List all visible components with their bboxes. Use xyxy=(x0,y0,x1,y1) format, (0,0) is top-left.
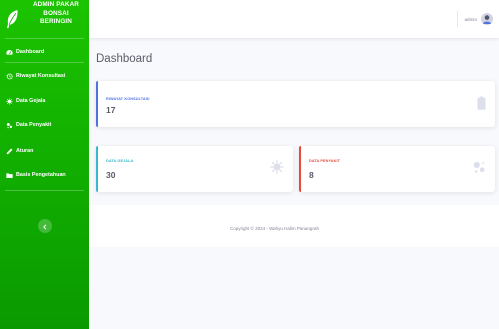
sidebar-item-label: Riwayat Konsultasi xyxy=(16,73,66,79)
virus-icon xyxy=(270,160,284,179)
brand-title: ADMIN PAKAR BONSAI BERINGIN xyxy=(26,1,86,27)
avatar xyxy=(481,13,493,25)
sidebar-item-label: Data Gejala xyxy=(16,98,46,104)
brand-line-1: ADMIN PAKAR xyxy=(32,1,80,8)
sidebar-item-basis-pengetahuan[interactable]: Basis Pengetahuan xyxy=(0,165,89,185)
bacteria-icon xyxy=(472,160,486,179)
sidebar-divider xyxy=(5,62,84,63)
card-accent xyxy=(96,146,98,192)
sidebar-divider xyxy=(5,190,84,191)
card-data-penyakit: DATA PENYAKIT 8 xyxy=(299,146,495,192)
pen-icon xyxy=(6,148,13,155)
footer-copyright: Copyright © 2024 - Wahyu Halim Panangrah xyxy=(230,226,319,231)
card-accent xyxy=(299,146,301,192)
sidebar-item-data-gejala[interactable]: Data Gejala xyxy=(0,91,89,111)
card-riwayat-konsultasi: RIWAYAT KONSULTASI 17 xyxy=(96,81,495,127)
card-label: RIWAYAT KONSULTASI xyxy=(106,97,150,101)
topbar: admin xyxy=(89,0,499,38)
user-name: admin xyxy=(464,16,477,22)
sidebar-item-dashboard[interactable]: Dashboard xyxy=(0,42,89,62)
card-label: DATA GEJALA xyxy=(106,159,134,163)
card-label: DATA PENYAKIT xyxy=(309,159,341,163)
card-accent xyxy=(96,81,98,127)
tachometer-icon xyxy=(6,49,13,56)
sidebar-item-label: Dashboard xyxy=(16,49,45,55)
sidebar-toggle-button[interactable] xyxy=(38,219,52,233)
card-data-gejala: DATA GEJALA 30 xyxy=(96,146,293,192)
bacteria-icon xyxy=(6,122,13,129)
history-icon xyxy=(6,73,13,80)
card-value: 8 xyxy=(309,170,314,180)
chevron-left-icon xyxy=(42,217,48,235)
sidebar-brand[interactable]: ADMIN PAKAR BONSAI BERINGIN xyxy=(0,0,89,38)
user-dropdown[interactable]: admin xyxy=(457,11,493,27)
sidebar-item-riwayat-konsultasi[interactable]: Riwayat Konsultasi xyxy=(0,66,89,86)
card-value: 30 xyxy=(106,170,116,180)
folder-icon xyxy=(6,172,13,179)
card-value: 17 xyxy=(106,105,116,115)
leaf-icon xyxy=(6,9,19,29)
sidebar: ADMIN PAKAR BONSAI BERINGIN Dashboard Ri… xyxy=(0,0,89,329)
sidebar-divider xyxy=(5,38,84,39)
page-title: Dashboard xyxy=(96,53,153,65)
sidebar-item-aturan[interactable]: Aturan xyxy=(0,141,89,161)
brand-line-3: BERINGIN xyxy=(39,18,73,26)
sidebar-item-label: Data Penyakit xyxy=(16,122,52,128)
brand-line-2: BONSAI xyxy=(43,9,69,17)
sidebar-item-data-penyakit[interactable]: Data Penyakit xyxy=(0,115,89,135)
sidebar-item-label: Basis Pengetahuan xyxy=(16,172,66,178)
clipboard-icon xyxy=(477,96,486,115)
virus-icon xyxy=(6,97,13,105)
sidebar-item-label: Aturan xyxy=(16,148,34,154)
